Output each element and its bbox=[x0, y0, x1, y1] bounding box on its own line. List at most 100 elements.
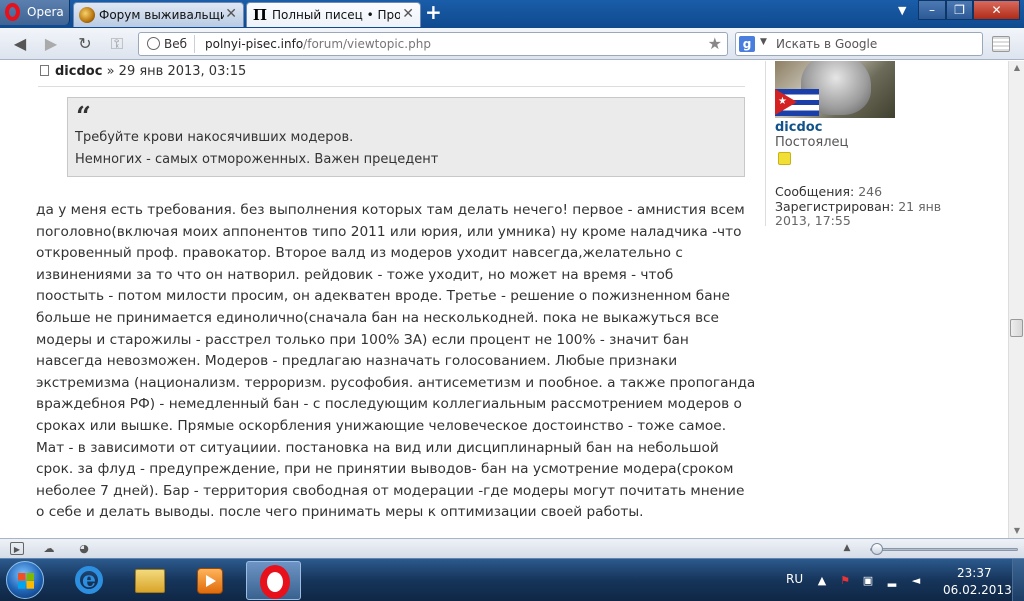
zoom-slider[interactable] bbox=[870, 543, 1018, 555]
search-placeholder: Искать в Google bbox=[776, 37, 878, 51]
scroll-up-icon[interactable]: ▲ bbox=[1009, 61, 1024, 75]
scrollbar-thumb[interactable] bbox=[1010, 319, 1023, 337]
pisec-favicon-icon: П bbox=[252, 6, 268, 24]
browser-status-bar: ▶ ☁ ◕ ▲ bbox=[0, 538, 1024, 558]
key-icon[interactable]: ⚿ bbox=[105, 34, 129, 54]
close-window-button[interactable]: ✕ bbox=[973, 0, 1020, 20]
volume-icon[interactable]: ◄ bbox=[909, 574, 923, 588]
quote-line: Требуйте крови накосячивших модеров. bbox=[75, 130, 354, 145]
search-input[interactable]: g ▼ Искать в Google bbox=[735, 32, 983, 56]
reload-icon[interactable]: ↻ bbox=[75, 34, 95, 54]
restore-button[interactable]: ❐ bbox=[946, 0, 973, 20]
post-text-line: неболее 7 дней). Бар - территория свобод… bbox=[36, 482, 745, 499]
post-text-line: откровенный проф. правокатор. Второе вал… bbox=[36, 245, 683, 262]
registered-date-part2: 2013, 17:55 bbox=[775, 213, 851, 228]
google-icon[interactable]: g bbox=[739, 36, 755, 52]
profile-username-link[interactable]: dicdoc bbox=[775, 120, 822, 135]
zoom-slider-handle[interactable] bbox=[871, 543, 883, 555]
post-body: да у меня есть требования. без выполнени… bbox=[36, 200, 756, 524]
new-tab-button[interactable]: + bbox=[425, 2, 443, 23]
bookmark-star-icon[interactable]: ★ bbox=[708, 34, 722, 53]
page-scrollbar[interactable]: ▲ ▼ bbox=[1008, 61, 1024, 538]
posts-count-link[interactable]: 246 bbox=[858, 184, 882, 199]
search-engine-dropdown-icon[interactable]: ▼ bbox=[760, 37, 767, 47]
post-text-line: поостыть - потом милости просим, он адек… bbox=[36, 288, 730, 305]
quote-line: Немногих - самых отмороженных. Важен пре… bbox=[75, 152, 439, 167]
site-security-badge[interactable]: Веб bbox=[142, 35, 196, 53]
post-text-line: враждебноя РФ) - немедленный бан - с пос… bbox=[36, 396, 742, 413]
opera-unite-cloud-icon[interactable]: ☁ bbox=[42, 542, 56, 555]
post-text-line: сроках или вышке. Прямые оскорбления уни… bbox=[36, 417, 727, 434]
internet-explorer-icon: e bbox=[75, 566, 103, 594]
post-divider bbox=[38, 86, 745, 87]
url-text: polnyi-pisec.info/forum/viewtopic.php bbox=[205, 37, 431, 51]
zoom-arrow-icon[interactable]: ▲ bbox=[840, 542, 854, 555]
forward-arrow-icon[interactable]: ▶ bbox=[41, 34, 61, 54]
avatar[interactable]: ★ bbox=[775, 61, 895, 118]
taskbar-opera[interactable] bbox=[246, 561, 301, 600]
post-date: 29 янв 2013, 03:15 bbox=[118, 64, 247, 79]
tab-close-icon[interactable]: ✕ bbox=[225, 6, 237, 22]
taskbar-explorer[interactable] bbox=[122, 561, 177, 600]
minimize-button[interactable]: – bbox=[918, 0, 946, 20]
taskbar-media-player[interactable] bbox=[182, 561, 237, 600]
profile-rank: Постоялец bbox=[775, 135, 849, 150]
show-hidden-icons-icon[interactable]: ▲ bbox=[815, 574, 829, 588]
taskbar-internet-explorer[interactable]: e bbox=[62, 561, 117, 600]
profile-registered-cont: 2013, 17:55 bbox=[775, 213, 851, 228]
post-text-line: да у меня есть требования. без выполнени… bbox=[36, 202, 745, 218]
security-badge-label: Веб bbox=[164, 37, 188, 51]
tab-survival-forum[interactable]: Форум выживальщик... ✕ bbox=[73, 2, 244, 27]
globe-icon bbox=[147, 37, 160, 50]
post-text-line: Мат - в зависимоти от ситуациии. постано… bbox=[36, 439, 719, 456]
url-domain: polnyi-pisec.info bbox=[205, 37, 304, 51]
address-toolbar: ◀ ▶ ↻ ⚿ Веб polnyi-pisec.info/forum/view… bbox=[0, 28, 1024, 60]
post-text-line: модеры и старожилы - расстрел только при… bbox=[36, 331, 689, 348]
device-icon[interactable]: ▣ bbox=[861, 574, 875, 588]
registered-label: Зарегистрирован: bbox=[775, 199, 895, 214]
opera-icon bbox=[260, 565, 290, 599]
action-center-flag-icon[interactable]: ⚑ bbox=[838, 574, 852, 588]
network-signal-icon[interactable]: ▂ bbox=[885, 574, 899, 588]
show-desktop-button[interactable] bbox=[1012, 559, 1024, 601]
tab-close-icon[interactable]: ✕ bbox=[402, 6, 414, 22]
turbo-speed-icon[interactable]: ◕ bbox=[77, 542, 91, 555]
post-icon[interactable] bbox=[40, 65, 49, 76]
profile-posts: Сообщения: 246 bbox=[775, 184, 882, 199]
back-arrow-icon[interactable]: ◀ bbox=[10, 34, 30, 54]
windows-taskbar: e RU ▲ ⚑ ▣ ▂ ◄ 23:37 06.02.2013 bbox=[0, 558, 1024, 601]
post-separator: » bbox=[106, 64, 115, 79]
rss-feed-icon[interactable] bbox=[992, 36, 1010, 52]
opera-menu-button[interactable]: Opera bbox=[0, 0, 70, 25]
scroll-down-icon[interactable]: ▼ bbox=[1009, 524, 1024, 538]
forum-favicon-icon bbox=[79, 7, 95, 23]
language-indicator[interactable]: RU bbox=[786, 572, 803, 586]
profile-divider bbox=[765, 61, 766, 226]
clock-date[interactable]: 06.02.2013 bbox=[943, 583, 1012, 597]
cuba-flag-icon: ★ bbox=[775, 89, 819, 116]
start-button[interactable] bbox=[6, 561, 44, 599]
tab-polnyi-pisec[interactable]: П Полный писец • Прос... ✕ bbox=[246, 2, 421, 27]
panel-toggle-icon[interactable]: ▶ bbox=[10, 542, 24, 555]
posts-label: Сообщения: bbox=[775, 184, 855, 199]
url-input[interactable]: Веб polnyi-pisec.info/forum/viewtopic.ph… bbox=[138, 32, 728, 56]
folder-icon bbox=[135, 569, 165, 593]
post-text-line: о себе и делать выводы. после чего прини… bbox=[36, 504, 644, 521]
profile-registered: Зарегистрирован: 21 янв bbox=[775, 199, 941, 214]
rank-badge-icon bbox=[778, 152, 791, 165]
url-path: /forum/viewtopic.php bbox=[303, 37, 431, 51]
post-header: dicdoc » 29 янв 2013, 03:15 bbox=[40, 64, 246, 79]
tab-label: Форум выживальщик... bbox=[99, 8, 224, 22]
registered-date-part1: 21 янв bbox=[898, 199, 942, 214]
tab-label: Полный писец • Прос... bbox=[272, 8, 400, 22]
post-author-link[interactable]: dicdoc bbox=[55, 64, 102, 79]
browser-tab-bar: Opera Форум выживальщик... ✕ П Полный пи… bbox=[0, 0, 1024, 28]
opera-menu-label: Opera bbox=[27, 5, 64, 19]
post-text-line: навсегда невозможен. Модеров - предлагаю… bbox=[36, 353, 678, 370]
post-text-line: извинениями за то что он натворил. рейдо… bbox=[36, 266, 674, 283]
quote-icon: “ bbox=[76, 102, 91, 132]
media-player-icon bbox=[197, 568, 223, 594]
clock-time[interactable]: 23:37 bbox=[957, 566, 992, 580]
post-text-line: экстремизма (национализм. терроризм. рус… bbox=[36, 374, 756, 391]
tab-list-menu-icon[interactable]: ▼ bbox=[898, 4, 906, 17]
